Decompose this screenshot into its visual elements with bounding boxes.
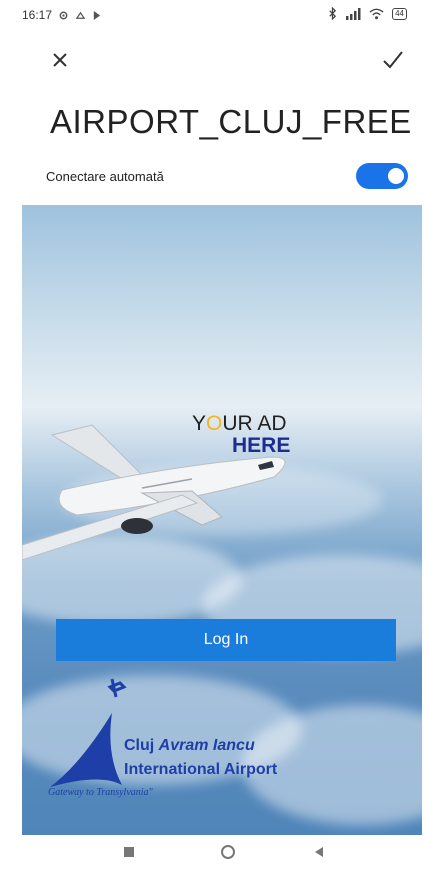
toggle-knob [388,168,404,184]
logo-line2: International Airport [124,761,278,778]
ad-line1-rest: UR AD [222,412,287,435]
close-button[interactable] [46,46,74,74]
ad-line2: HERE [232,434,291,457]
recents-button[interactable] [121,844,137,860]
ad-line1-prefix: Y [192,412,207,435]
status-left: 16:17 [22,8,101,22]
triangle-back-icon [315,847,323,857]
wifi-icon [369,8,384,19]
ad-banner: YOUR AD HERE [192,412,312,458]
bluetooth-icon [329,7,337,20]
login-button[interactable]: Log In [56,619,396,661]
logo-line1-plain: Cluj [124,737,159,754]
gear-icon [59,11,68,19]
status-time: 16:17 [22,8,53,22]
captive-portal: YOUR AD HERE Log In Cluj Avram Iancu Int… [22,205,422,835]
logo-line1: Cluj Avram Iancu [124,737,255,755]
logo-tagline: Gateway to Transylvania" [48,787,153,798]
circle-icon [221,845,235,859]
navigation-bar [0,836,425,869]
auto-connect-row: Conectare automată [46,162,408,190]
home-button[interactable] [220,844,236,860]
network-name: AIRPORT_CLUJ_FREE [50,103,412,140]
auto-connect-label: Conectare automată [46,169,164,184]
ad-line1-o: O [206,412,223,435]
square-icon [124,847,134,857]
back-button[interactable] [311,844,327,860]
notification-icon [75,11,86,19]
ad-line1: YOUR AD [192,412,312,436]
status-right: 44 [328,7,407,20]
airport-logo-icon [50,678,127,787]
status-bar: 16:17 44 [0,0,425,32]
action-bar [0,40,425,80]
check-icon [383,51,403,69]
signal-icon [346,7,361,20]
close-icon [53,53,67,67]
logo-line1-italic: Avram Iancu [158,737,255,754]
auto-connect-toggle[interactable] [356,163,408,189]
battery-icon: 44 [392,7,407,20]
confirm-button[interactable] [379,46,407,74]
play-icon [93,10,101,20]
